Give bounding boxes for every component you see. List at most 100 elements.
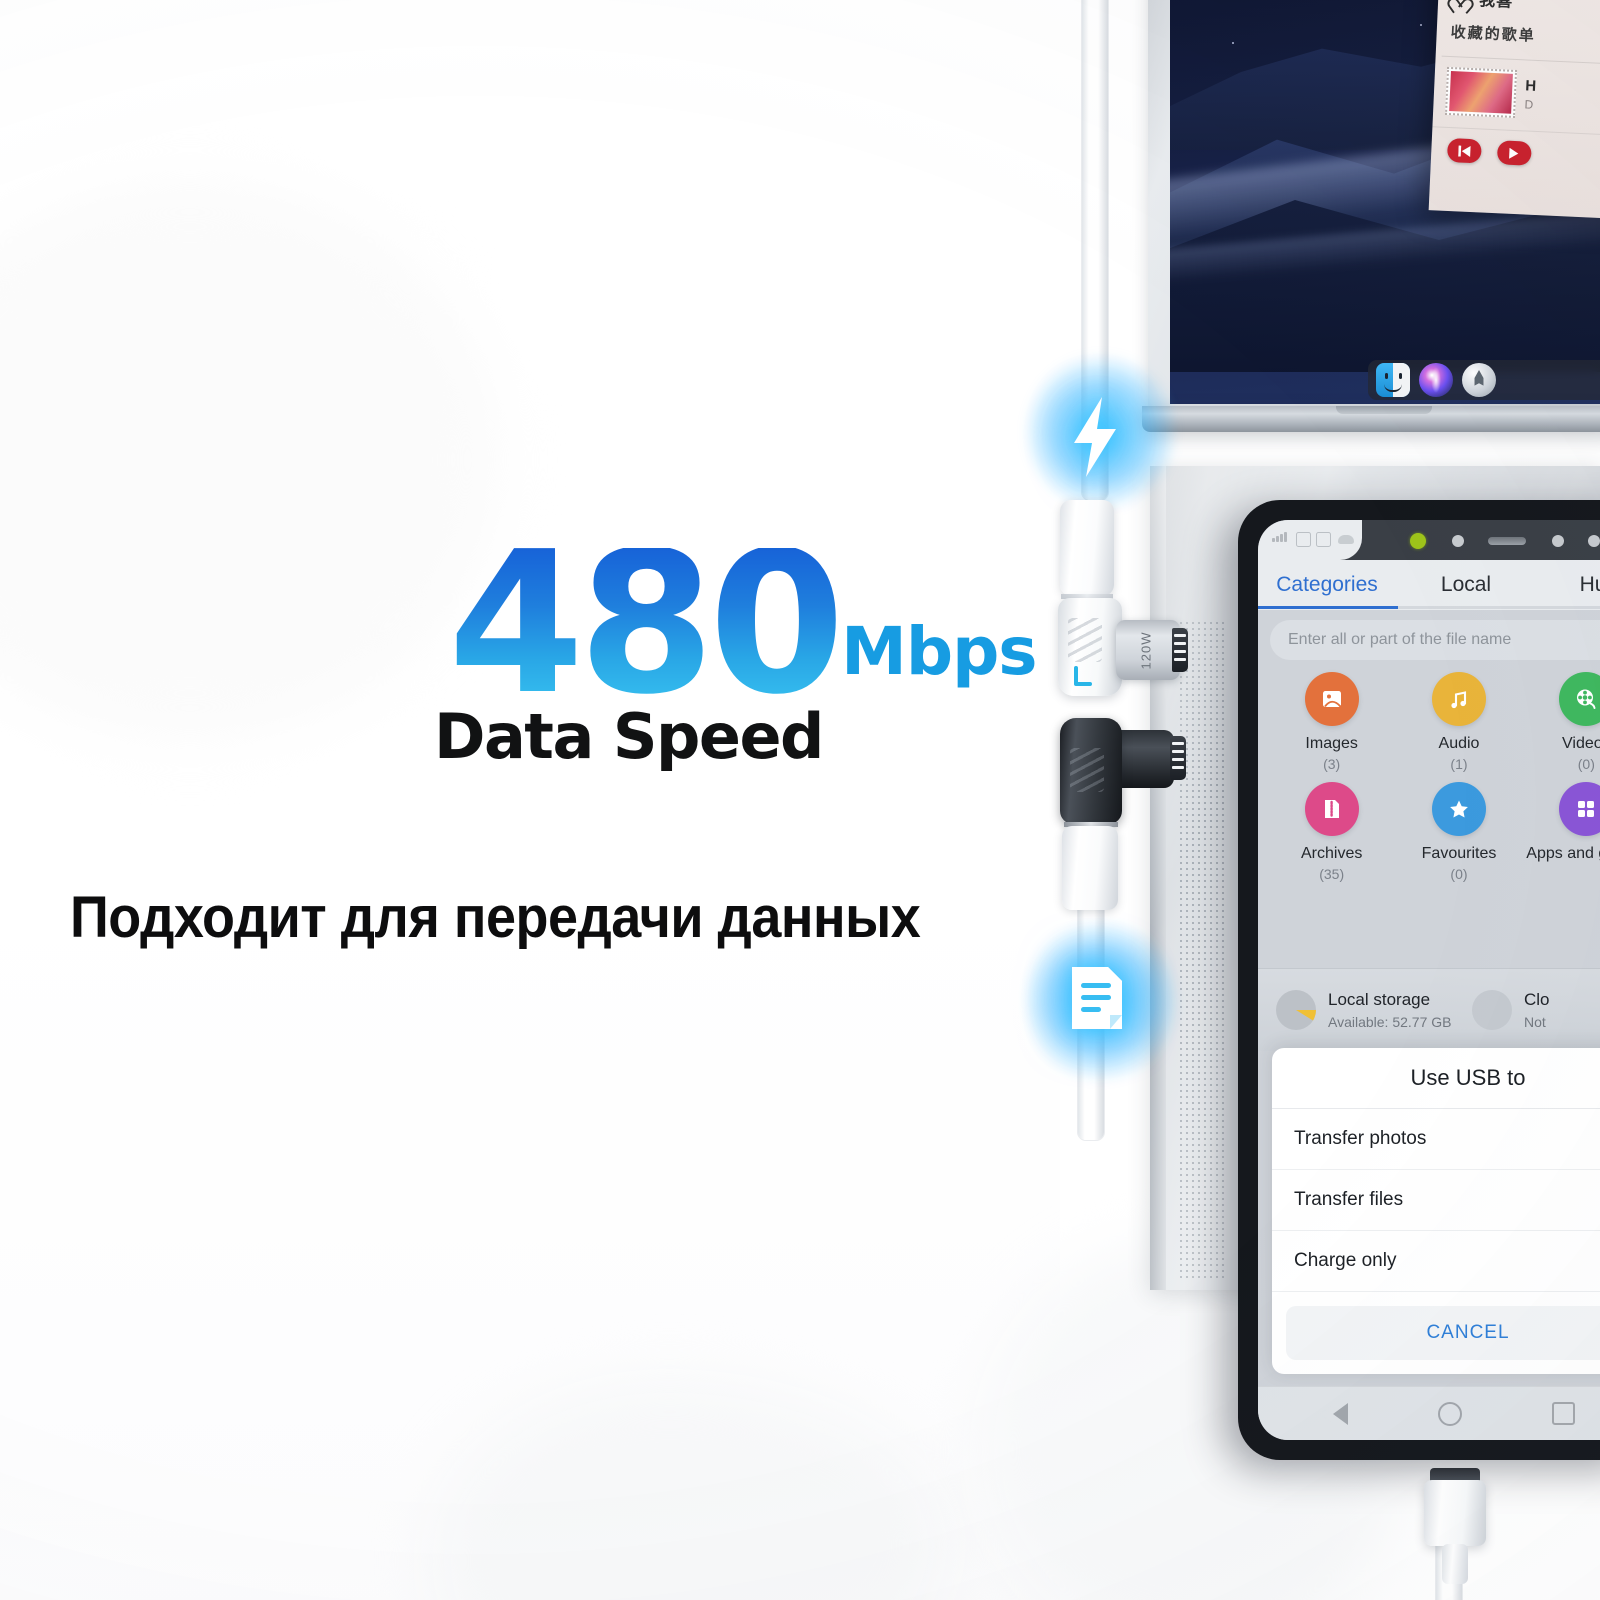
search-placeholder: Enter all or part of the file name	[1288, 631, 1512, 648]
usb-option-charge-only[interactable]: Charge only	[1272, 1231, 1600, 1292]
laptop-lid-notch	[1336, 406, 1432, 414]
phone-device: Categories Local Hu Enter all or part of…	[1238, 500, 1600, 1460]
tab-huawei[interactable]: Hu	[1536, 573, 1600, 597]
dialog-title: Use USB to	[1272, 1048, 1600, 1109]
power-rating-label: 120W	[1138, 631, 1154, 669]
category-count: (35)	[1319, 866, 1345, 883]
search-input[interactable]: Enter all or part of the file name	[1270, 620, 1600, 660]
category-count: (0)	[1577, 756, 1595, 773]
russian-tagline: Подходит для передачи данных	[70, 885, 921, 950]
category-label: Archives	[1300, 845, 1363, 863]
storage-subtitle: Not	[1524, 1014, 1546, 1030]
connector-head: 120W	[1116, 620, 1180, 680]
power-rating-badge: 120W	[1122, 626, 1170, 674]
cancel-button[interactable]: CANCEL	[1286, 1306, 1600, 1360]
connector-grip-lines	[1070, 748, 1104, 792]
star-icon	[1431, 782, 1486, 837]
cable-strain-relief	[1442, 1544, 1468, 1584]
category-images[interactable]: Images (3)	[1268, 672, 1395, 772]
play-pause-button[interactable]	[1496, 140, 1532, 166]
marketing-copy: 480 Mbps Data Speed Подходит для передач…	[0, 0, 1040, 1600]
image-icon	[1304, 672, 1359, 726]
usb-option-transfer-files[interactable]: Transfer files	[1272, 1170, 1600, 1231]
speed-number: 480	[448, 510, 845, 738]
track-title: H	[1525, 77, 1537, 95]
music-section-favorites: 收藏的歌单	[1450, 23, 1537, 45]
now-playing-row: H D	[1433, 56, 1600, 131]
storage-pie-icon	[1276, 990, 1316, 1030]
home-icon[interactable]	[1438, 1401, 1462, 1426]
previous-track-button[interactable]	[1446, 137, 1482, 164]
speed-unit: Mbps	[841, 612, 1037, 690]
ambient-sensor	[1552, 535, 1564, 547]
notification-led	[1410, 533, 1426, 549]
recents-icon[interactable]	[1552, 1402, 1575, 1425]
usbc-tip	[1172, 628, 1188, 672]
storage-title: Clo	[1524, 990, 1550, 1009]
usb-option-transfer-photos[interactable]: Transfer photos	[1272, 1109, 1600, 1170]
category-label: Images	[1305, 735, 1358, 752]
category-videos[interactable]: Videos (0)	[1523, 672, 1600, 772]
category-label: Videos	[1562, 735, 1600, 752]
connector-barrel	[1060, 500, 1114, 596]
category-grid[interactable]: Images (3) Audio (1) Videos (0)	[1268, 672, 1600, 882]
storage-title: Local storage	[1328, 990, 1431, 1009]
android-navigation-bar[interactable]	[1258, 1386, 1600, 1440]
connector-grip-lines	[1068, 618, 1102, 662]
music-note-icon	[1431, 672, 1486, 726]
macos-dock[interactable]	[1368, 360, 1600, 400]
usbc-tip	[1170, 736, 1186, 780]
storage-local[interactable]: Local storage Available: 52.77 GB	[1258, 990, 1454, 1030]
playback-controls	[1430, 126, 1600, 173]
front-camera	[1588, 535, 1600, 547]
connector-body	[1424, 1480, 1486, 1546]
proximity-sensor	[1452, 535, 1464, 547]
category-apps-and-games[interactable]: Apps and games	[1523, 782, 1600, 882]
phone-screen: Categories Local Hu Enter all or part of…	[1258, 520, 1600, 1440]
back-icon[interactable]	[1320, 1402, 1348, 1425]
lightning-bolt-icon	[1060, 392, 1130, 482]
category-favourites[interactable]: Favourites (0)	[1395, 782, 1522, 882]
connector-barrel	[1062, 826, 1118, 910]
bottom-usbc-connector	[1424, 1466, 1494, 1600]
storage-cloud[interactable]: Clo Not	[1454, 990, 1600, 1030]
category-label: Audio	[1438, 735, 1480, 752]
earpiece-speaker	[1488, 537, 1526, 545]
launchpad-icon[interactable]	[1462, 363, 1496, 397]
cloud-icon	[1338, 535, 1354, 544]
usb-mode-dialog[interactable]: Use USB to Transfer photos Transfer file…	[1272, 1048, 1600, 1374]
category-count: (3)	[1323, 756, 1341, 773]
siri-icon[interactable]	[1419, 363, 1453, 397]
sim-icon	[1316, 532, 1331, 547]
black-angled-usbc-connector	[1056, 718, 1186, 910]
category-count: (1)	[1450, 756, 1468, 773]
track-subtitle: D	[1524, 97, 1534, 112]
zip-file-icon	[1304, 782, 1359, 837]
music-menu-label: 我喜	[1478, 0, 1514, 11]
document-file-icon	[1062, 958, 1130, 1038]
product-marketing-banner: 480 Mbps Data Speed Подходит для передач…	[0, 0, 1600, 1600]
white-angled-usbc-connector: 120W	[1056, 500, 1188, 700]
app-grid-icon	[1559, 782, 1600, 837]
finder-icon[interactable]	[1376, 363, 1410, 397]
category-count: (0)	[1450, 866, 1468, 883]
laptop-screen: iTu 下载 创建的歌单 我喜 收藏的歌单 H D	[1170, 0, 1600, 404]
storage-summary[interactable]: Local storage Available: 52.77 GB Clo No…	[1258, 968, 1600, 1051]
sim-icon	[1296, 532, 1311, 547]
music-app-panel[interactable]: iTu 下载 创建的歌单 我喜 收藏的歌单 H D	[1428, 0, 1600, 222]
storage-subtitle: Available: 52.77 GB	[1328, 1014, 1452, 1030]
tab-local[interactable]: Local	[1396, 573, 1536, 597]
category-label: Favourites	[1421, 845, 1497, 863]
brand-logo-icon	[1072, 666, 1094, 690]
category-archives[interactable]: Archives (35)	[1268, 782, 1395, 882]
category-audio[interactable]: Audio (1)	[1395, 672, 1522, 772]
data-speed-subtitle: Data Speed	[434, 700, 824, 773]
speed-headline: 480 Mbps	[448, 510, 1038, 738]
file-manager-tabs[interactable]: Categories Local Hu	[1258, 560, 1600, 610]
film-reel-icon	[1559, 672, 1600, 726]
tab-categories[interactable]: Categories	[1258, 573, 1396, 597]
cloud-storage-icon	[1472, 990, 1512, 1030]
signal-bars-icon	[1272, 532, 1287, 542]
speaker-grille	[1178, 620, 1226, 1280]
heart-icon	[1450, 0, 1470, 7]
